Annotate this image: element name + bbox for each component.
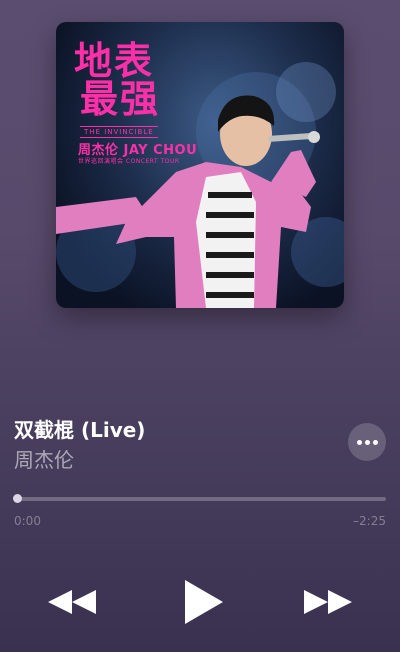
play-button[interactable] — [176, 574, 230, 630]
play-icon — [185, 580, 223, 624]
album-artwork[interactable]: 地表 最强 THE INVINCIBLE 周杰伦 JAY CHOU 世界巡回演唱… — [56, 22, 344, 308]
time-elapsed: 0:00 — [14, 514, 41, 528]
ellipsis-icon — [364, 439, 370, 445]
ellipsis-icon — [356, 439, 362, 445]
fast-forward-icon — [304, 590, 352, 614]
progress-knob[interactable] — [13, 494, 22, 503]
track-title: 双截棍 (Live) — [14, 418, 146, 442]
rewind-button[interactable] — [44, 582, 100, 622]
more-options-button[interactable] — [348, 423, 386, 461]
progress-scrubber[interactable] — [13, 494, 386, 503]
fast-forward-button[interactable] — [300, 582, 356, 622]
time-remaining: –2:25 — [353, 514, 386, 528]
album-title-line2: 最强 — [80, 77, 161, 121]
ellipsis-icon — [372, 439, 378, 445]
album-tagline: THE INVINCIBLE — [80, 126, 158, 138]
album-title: 地表 最强 — [74, 42, 194, 118]
track-artist[interactable]: 周杰伦 — [14, 444, 74, 473]
album-title-line1: 地表 — [74, 39, 155, 83]
rewind-icon — [48, 590, 96, 614]
album-tour-label: 世界巡回演唱会 CONCERT TOUR — [78, 158, 180, 165]
